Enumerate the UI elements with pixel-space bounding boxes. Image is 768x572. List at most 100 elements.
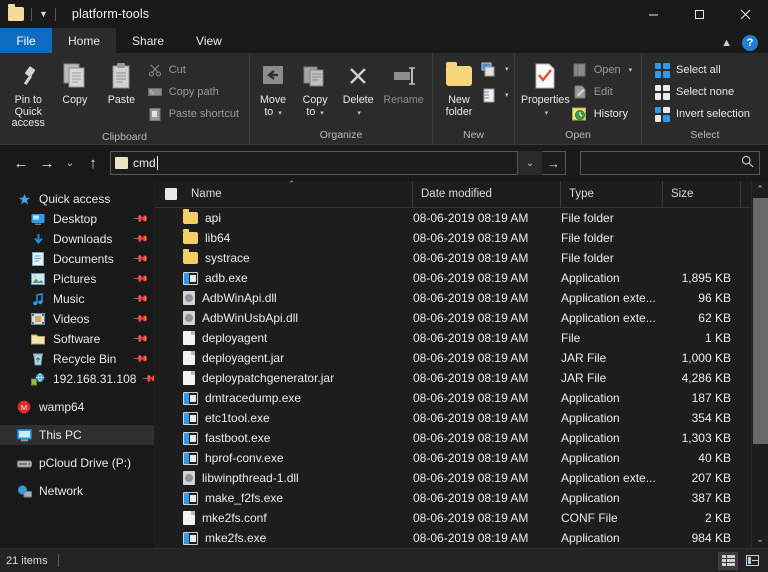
search-box[interactable] — [580, 151, 760, 175]
delete-button[interactable]: Delete▾ — [336, 57, 380, 119]
pin-icon[interactable]: 📌 — [131, 331, 148, 348]
sidebar-item-this-pc[interactable]: This PC — [0, 425, 154, 445]
sidebar-item-pcloud-drive[interactable]: pCloud Drive (P:) — [0, 453, 154, 473]
properties-button[interactable]: Properties▾ — [521, 57, 570, 119]
folder-icon[interactable] — [8, 7, 24, 21]
scrollbar-thumb[interactable] — [753, 198, 768, 444]
close-button[interactable] — [722, 0, 768, 28]
sidebar-item-music[interactable]: Music 📌 — [0, 289, 154, 309]
table-row[interactable]: make_f2fs.exe08-06-2019 08:19 AMApplicat… — [155, 488, 751, 508]
scroll-down-button[interactable]: ⌄ — [752, 531, 768, 548]
minimize-button[interactable] — [630, 0, 676, 28]
sidebar-item-network[interactable]: Network — [0, 481, 154, 501]
table-row[interactable]: deployagent.jar08-06-2019 08:19 AMJAR Fi… — [155, 348, 751, 368]
help-icon[interactable]: ? — [742, 35, 758, 51]
table-row[interactable]: api08-06-2019 08:19 AMFile folder — [155, 208, 751, 228]
tab-home[interactable]: Home — [52, 28, 116, 53]
address-dropdown-button[interactable]: ⌄ — [518, 151, 542, 175]
column-header-size[interactable]: Size — [663, 181, 741, 208]
pin-icon[interactable]: 📌 — [141, 371, 155, 388]
file-name: AdbWinApi.dll — [202, 291, 277, 305]
cut-button[interactable]: Cut — [145, 60, 244, 80]
chevron-down-icon[interactable]: ▼ — [39, 10, 48, 19]
file-rows[interactable]: api08-06-2019 08:19 AMFile folderlib6408… — [155, 208, 751, 548]
tab-share[interactable]: Share — [116, 28, 180, 53]
tab-file[interactable]: File — [0, 28, 52, 53]
select-all-button[interactable]: Select all — [652, 60, 755, 80]
table-row[interactable]: deploypatchgenerator.jar08-06-2019 08:19… — [155, 368, 751, 388]
table-row[interactable]: mke2fs.conf08-06-2019 08:19 AMCONF File2… — [155, 508, 751, 528]
copy-path-button[interactable]: \\.. Copy path — [145, 82, 244, 102]
table-row[interactable]: libwinpthread-1.dll08-06-2019 08:19 AMAp… — [155, 468, 751, 488]
sidebar-item-pictures[interactable]: Pictures 📌 — [0, 269, 154, 289]
sidebar-item-downloads[interactable]: Downloads 📌 — [0, 229, 154, 249]
pin-icon[interactable]: 📌 — [131, 291, 148, 308]
pin-to-quick-access-button[interactable]: Pin to Quickaccess — [5, 57, 52, 130]
address-go-button[interactable]: → — [542, 151, 566, 175]
sidebar-item-videos[interactable]: Videos 📌 — [0, 309, 154, 329]
sidebar-item-recycle-bin[interactable]: Recycle Bin 📌 — [0, 349, 154, 369]
copy-to-button[interactable]: Copyto ▾ — [294, 57, 336, 119]
pin-icon[interactable]: 📌 — [131, 211, 148, 228]
pin-icon[interactable]: 📌 — [131, 311, 148, 328]
column-header-date-modified[interactable]: Date modified — [413, 181, 561, 208]
table-row[interactable]: lib6408-06-2019 08:19 AMFile folder — [155, 228, 751, 248]
sidebar-item-wamp64[interactable]: M wamp64 — [0, 397, 154, 417]
table-row[interactable]: hprof-conv.exe08-06-2019 08:19 AMApplica… — [155, 448, 751, 468]
vertical-scrollbar[interactable]: ⌃ ⌄ — [751, 181, 768, 548]
open-button[interactable]: Open ▾ — [570, 60, 637, 80]
new-item-button[interactable]: ▾ — [481, 59, 509, 79]
column-header-name[interactable]: Name — [155, 181, 413, 208]
paste-button[interactable]: Paste — [98, 57, 145, 107]
scrollbar-track[interactable] — [752, 198, 768, 531]
table-row[interactable]: adb.exe08-06-2019 08:19 AMApplication1,8… — [155, 268, 751, 288]
pin-icon[interactable]: 📌 — [131, 351, 148, 368]
table-row[interactable]: deployagent08-06-2019 08:19 AMFile1 KB — [155, 328, 751, 348]
select-all-checkbox[interactable] — [165, 188, 177, 200]
forward-button[interactable]: → — [34, 150, 60, 176]
rename-button[interactable]: Rename — [380, 57, 427, 107]
sidebar-item-desktop[interactable]: Desktop 📌 — [0, 209, 154, 229]
sidebar-item-network-drive[interactable]: 192.168.31.108 📌 — [0, 369, 154, 389]
easy-access-button[interactable]: ▾ — [481, 85, 509, 105]
back-button[interactable]: ← — [8, 150, 34, 176]
column-header-type[interactable]: Type — [561, 181, 663, 208]
table-row[interactable]: mke2fs.exe08-06-2019 08:19 AMApplication… — [155, 528, 751, 548]
new-item-caret[interactable]: ▾ — [505, 65, 509, 73]
paste-shortcut-button[interactable]: Paste shortcut — [145, 104, 244, 124]
table-row[interactable]: systrace08-06-2019 08:19 AMFile folder — [155, 248, 751, 268]
edit-button[interactable]: Edit — [570, 82, 637, 102]
sidebar-item-software[interactable]: Software 📌 — [0, 329, 154, 349]
cell-size: 187 KB — [663, 391, 741, 405]
cut-label: Cut — [169, 64, 186, 76]
sidebar-item-quick-access[interactable]: Quick access — [0, 189, 154, 209]
search-input[interactable] — [587, 157, 741, 169]
pin-icon[interactable]: 📌 — [131, 231, 148, 248]
invert-selection-button[interactable]: Invert selection — [652, 104, 755, 124]
history-button[interactable]: History — [570, 104, 637, 124]
copy-button[interactable]: Copy — [52, 57, 99, 107]
tab-view[interactable]: View — [180, 28, 238, 53]
address-input[interactable]: cmd — [110, 151, 518, 175]
table-row[interactable]: dmtracedump.exe08-06-2019 08:19 AMApplic… — [155, 388, 751, 408]
up-button[interactable]: ↑ — [80, 150, 106, 176]
scroll-up-button[interactable]: ⌃ — [752, 181, 768, 198]
recent-locations-button[interactable]: ⌄ — [60, 150, 80, 176]
collapse-ribbon-icon[interactable]: ▲ — [721, 37, 732, 49]
pin-icon[interactable]: 📌 — [131, 251, 148, 268]
large-icons-view-button[interactable] — [742, 552, 762, 570]
pin-icon[interactable]: 📌 — [131, 271, 148, 288]
maximize-button[interactable] — [676, 0, 722, 28]
move-to-button[interactable]: Moveto ▾ — [252, 57, 294, 119]
table-row[interactable]: AdbWinUsbApi.dll08-06-2019 08:19 AMAppli… — [155, 308, 751, 328]
table-row[interactable]: AdbWinApi.dll08-06-2019 08:19 AMApplicat… — [155, 288, 751, 308]
table-row[interactable]: fastboot.exe08-06-2019 08:19 AMApplicati… — [155, 428, 751, 448]
select-none-button[interactable]: Select none — [652, 82, 755, 102]
details-view-button[interactable] — [718, 552, 738, 570]
open-caret[interactable]: ▾ — [629, 66, 633, 74]
easy-access-caret[interactable]: ▾ — [505, 91, 509, 99]
new-folder-button[interactable]: Newfolder — [437, 57, 481, 118]
paste-label: Paste — [108, 95, 135, 107]
table-row[interactable]: etc1tool.exe08-06-2019 08:19 AMApplicati… — [155, 408, 751, 428]
sidebar-item-documents[interactable]: Documents 📌 — [0, 249, 154, 269]
